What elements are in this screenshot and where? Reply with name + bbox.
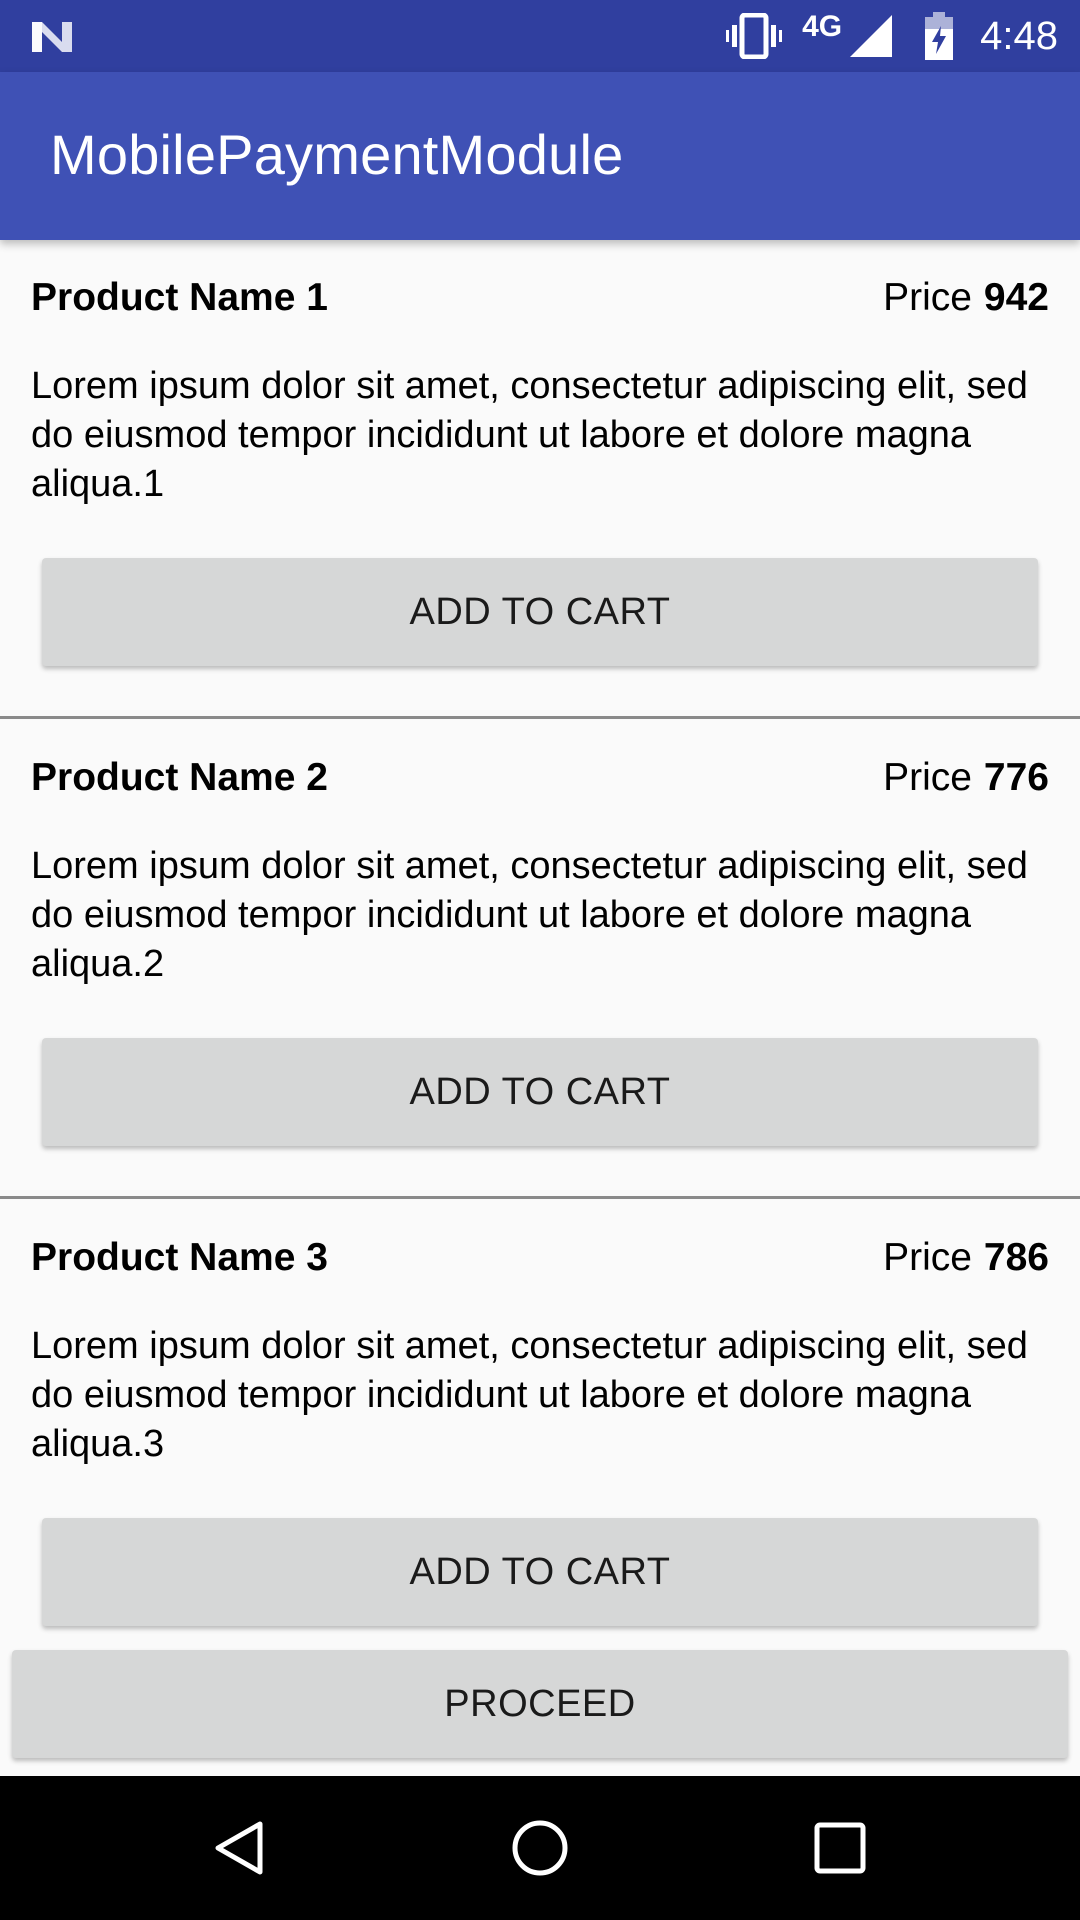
price-value: 776 [983,756,1049,799]
product-description: Lorem ipsum dolor sit amet, consectetur … [31,845,1028,985]
product-price: Price 776 [883,756,1049,800]
price-label: Price [883,276,972,319]
status-icons: 4G 4:48 [726,0,1058,72]
product-price: Price 942 [883,276,1049,320]
product-description: Lorem ipsum dolor sit amet, consectetur … [31,365,1028,505]
price-value: 942 [983,276,1049,319]
clock: 4:48 [980,13,1058,58]
status-bar: 4G 4:48 [0,0,1080,72]
product-price: Price 786 [883,1236,1049,1280]
notification-n-icon [32,22,72,52]
product-card: Product Name 1 Price 942 Lorem ipsum dolo… [0,240,1080,720]
app-bar: MobilePaymentModule [0,72,1080,240]
back-icon[interactable] [210,1818,270,1878]
product-name: Product Name 1 [31,276,328,319]
navigation-bar [0,1776,1080,1920]
screen: 4G 4:48 MobilePaymentModule Product Name… [0,0,1080,1920]
price-value: 786 [983,1236,1049,1279]
proceed-button[interactable]: PROCEED [12,1650,1068,1758]
battery-charging-icon [925,12,954,60]
price-label: Price [883,756,972,799]
product-card: Product Name 2 Price 776 Lorem ipsum dolo… [0,720,1080,1200]
divider [0,1196,1080,1199]
recents-icon[interactable] [810,1818,870,1878]
signal-icon [850,15,893,57]
price-label: Price [883,1236,972,1279]
app-title: MobilePaymentModule [50,123,624,186]
network-type-label: 4G [802,10,843,43]
product-card: Product Name 3 Price 786 Lorem ipsum dolo… [0,1200,1080,1650]
product-name: Product Name 2 [31,756,328,799]
product-name: Product Name 3 [31,1236,328,1279]
add-to-cart-button[interactable]: ADD TO CART [42,1518,1038,1626]
add-to-cart-button[interactable]: ADD TO CART [42,1038,1038,1146]
home-icon[interactable] [510,1818,570,1878]
product-description: Lorem ipsum dolor sit amet, consectetur … [31,1325,1028,1465]
add-to-cart-button[interactable]: ADD TO CART [42,558,1038,666]
product-list[interactable]: Product Name 1 Price 942 Lorem ipsum dolo… [0,240,1080,1650]
vibrate-icon [726,13,783,59]
divider [0,716,1080,719]
